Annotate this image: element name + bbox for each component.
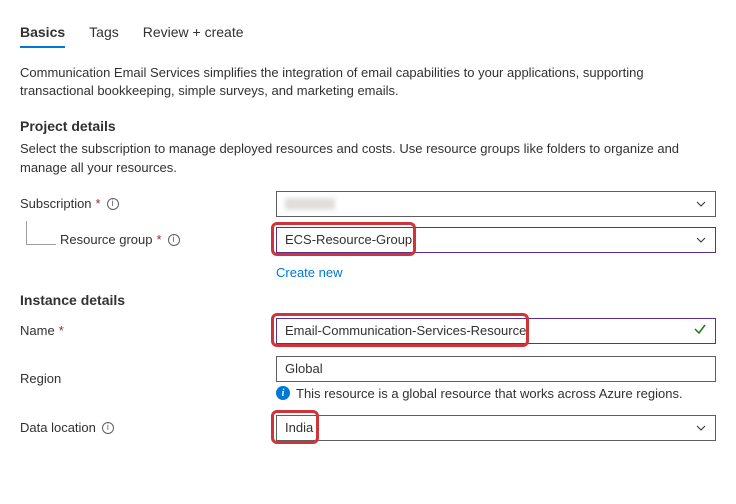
- required-asterisk: *: [59, 323, 64, 338]
- chevron-down-icon: [695, 198, 707, 210]
- name-value: Email-Communication-Services-Resource: [285, 323, 526, 338]
- resource-group-value: ECS-Resource-Group: [285, 232, 412, 247]
- resource-group-row: Resource group * i ECS-Resource-Group: [20, 227, 716, 253]
- region-select[interactable]: Global: [276, 356, 716, 382]
- name-row: Name * Email-Communication-Services-Reso…: [20, 318, 716, 344]
- subscription-select[interactable]: [276, 191, 716, 217]
- region-value: Global: [285, 361, 323, 376]
- intro-text: Communication Email Services simplifies …: [20, 64, 716, 100]
- region-label-text: Region: [20, 371, 61, 386]
- required-asterisk: *: [96, 196, 101, 211]
- create-new-link[interactable]: Create new: [276, 265, 342, 280]
- name-label-text: Name: [20, 323, 55, 338]
- tree-connector: [26, 221, 56, 245]
- chevron-down-icon: [695, 234, 707, 246]
- check-icon: [693, 322, 707, 339]
- resource-group-select[interactable]: ECS-Resource-Group: [276, 227, 716, 253]
- info-icon: i: [276, 386, 290, 400]
- resource-group-label: Resource group * i: [20, 232, 276, 247]
- data-location-value: India: [285, 420, 313, 435]
- tab-basics[interactable]: Basics: [20, 20, 65, 48]
- tabs: Basics Tags Review + create: [20, 20, 716, 48]
- subscription-value-redacted: [285, 198, 335, 210]
- data-location-label: Data location i: [20, 420, 276, 435]
- project-details-desc: Select the subscription to manage deploy…: [20, 140, 716, 176]
- data-location-select[interactable]: India: [276, 415, 716, 441]
- required-asterisk: *: [157, 232, 162, 247]
- project-details-heading: Project details: [20, 118, 716, 134]
- subscription-label-text: Subscription: [20, 196, 92, 211]
- region-hint-row: i This resource is a global resource tha…: [276, 386, 716, 401]
- chevron-down-icon: [695, 422, 707, 434]
- region-hint-text: This resource is a global resource that …: [296, 386, 683, 401]
- resource-group-label-text: Resource group: [60, 232, 153, 247]
- info-icon[interactable]: i: [102, 422, 114, 434]
- info-icon[interactable]: i: [168, 234, 180, 246]
- name-input[interactable]: Email-Communication-Services-Resource: [276, 318, 716, 344]
- subscription-row: Subscription * i: [20, 191, 716, 217]
- tab-review-create[interactable]: Review + create: [143, 20, 244, 48]
- region-row: Region Global i This resource is a globa…: [20, 356, 716, 401]
- data-location-row: Data location i India: [20, 415, 716, 441]
- name-label: Name *: [20, 323, 276, 338]
- info-icon[interactable]: i: [107, 198, 119, 210]
- instance-details-heading: Instance details: [20, 292, 716, 308]
- data-location-label-text: Data location: [20, 420, 96, 435]
- subscription-label: Subscription * i: [20, 196, 276, 211]
- tab-tags[interactable]: Tags: [89, 20, 119, 48]
- region-label: Region: [20, 371, 276, 386]
